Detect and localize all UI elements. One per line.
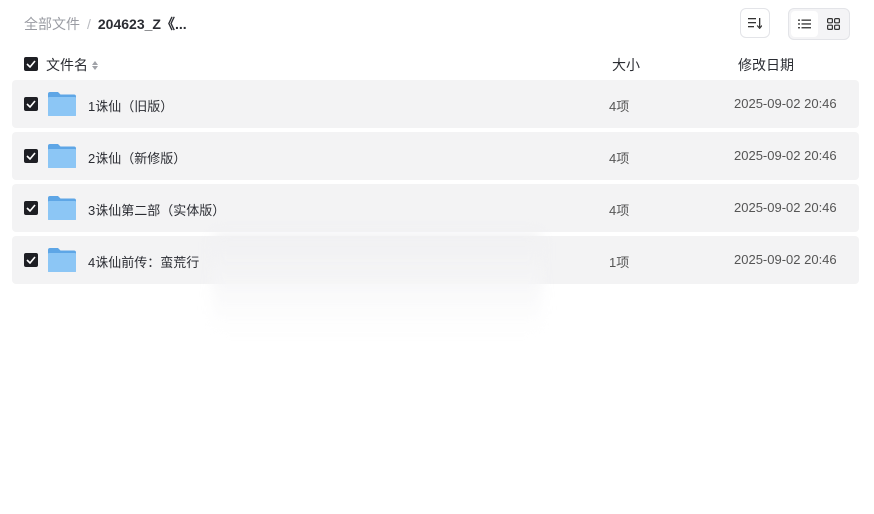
table-row[interactable]: 3诛仙第二部（实体版） 4项 2025-09-02 20:46 (12, 184, 859, 232)
row-size: 4项 (609, 203, 630, 218)
folder-icon (48, 196, 76, 220)
column-header-name[interactable]: 文件名 (46, 55, 98, 75)
sort-button[interactable] (740, 8, 770, 38)
row-name[interactable]: 2诛仙（新修版） (88, 148, 186, 167)
row-checkbox[interactable] (24, 97, 38, 111)
breadcrumb: 全部文件 / 204623_Z《... (24, 14, 187, 34)
row-name[interactable]: 1诛仙（旧版） (88, 96, 173, 115)
blurred-overlay (212, 233, 542, 333)
table-row[interactable]: 2诛仙（新修版） 4项 2025-09-02 20:46 (12, 132, 859, 180)
check-icon (26, 100, 36, 108)
check-icon (26, 204, 36, 212)
breadcrumb-root[interactable]: 全部文件 (24, 14, 80, 34)
table-header: 文件名 大小 修改日期 (12, 52, 859, 76)
breadcrumb-current: 204623_Z《... (97, 16, 187, 32)
row-date: 2025-09-02 20:46 (734, 200, 837, 215)
list-view-button[interactable] (791, 11, 818, 37)
file-browser: 全部文件 / 204623_Z《... 文件名 大小 修改日期 1诛仙（旧版） … (0, 0, 874, 514)
list-view-icon (798, 19, 811, 29)
column-header-date[interactable]: 修改日期 (738, 55, 794, 75)
row-checkbox[interactable] (24, 149, 38, 163)
grid-view-button[interactable] (820, 11, 847, 37)
row-date: 2025-09-02 20:46 (734, 252, 837, 267)
check-icon (26, 60, 36, 68)
column-header-name-label: 文件名 (46, 57, 88, 73)
check-icon (26, 256, 36, 264)
grid-view-icon (827, 18, 840, 30)
folder-icon (48, 144, 76, 168)
row-name[interactable]: 4诛仙前传：蛮荒行 (88, 252, 199, 271)
table-row[interactable]: 1诛仙（旧版） 4项 2025-09-02 20:46 (12, 80, 859, 128)
row-size: 1项 (609, 255, 630, 270)
row-name[interactable]: 3诛仙第二部（实体版） (88, 200, 225, 219)
row-checkbox[interactable] (24, 201, 38, 215)
row-date: 2025-09-02 20:46 (734, 96, 837, 111)
check-icon (26, 152, 36, 160)
sort-lines-icon (748, 18, 762, 29)
select-all-checkbox[interactable] (24, 57, 38, 71)
folder-icon (48, 92, 76, 116)
folder-icon (48, 248, 76, 272)
breadcrumb-separator: / (87, 16, 91, 32)
row-date: 2025-09-02 20:46 (734, 148, 837, 163)
row-size: 4项 (609, 99, 630, 114)
sort-arrows-icon (92, 60, 98, 70)
view-toggle (788, 8, 850, 40)
column-header-size[interactable]: 大小 (612, 55, 640, 75)
row-size: 4项 (609, 151, 630, 166)
row-checkbox[interactable] (24, 253, 38, 267)
